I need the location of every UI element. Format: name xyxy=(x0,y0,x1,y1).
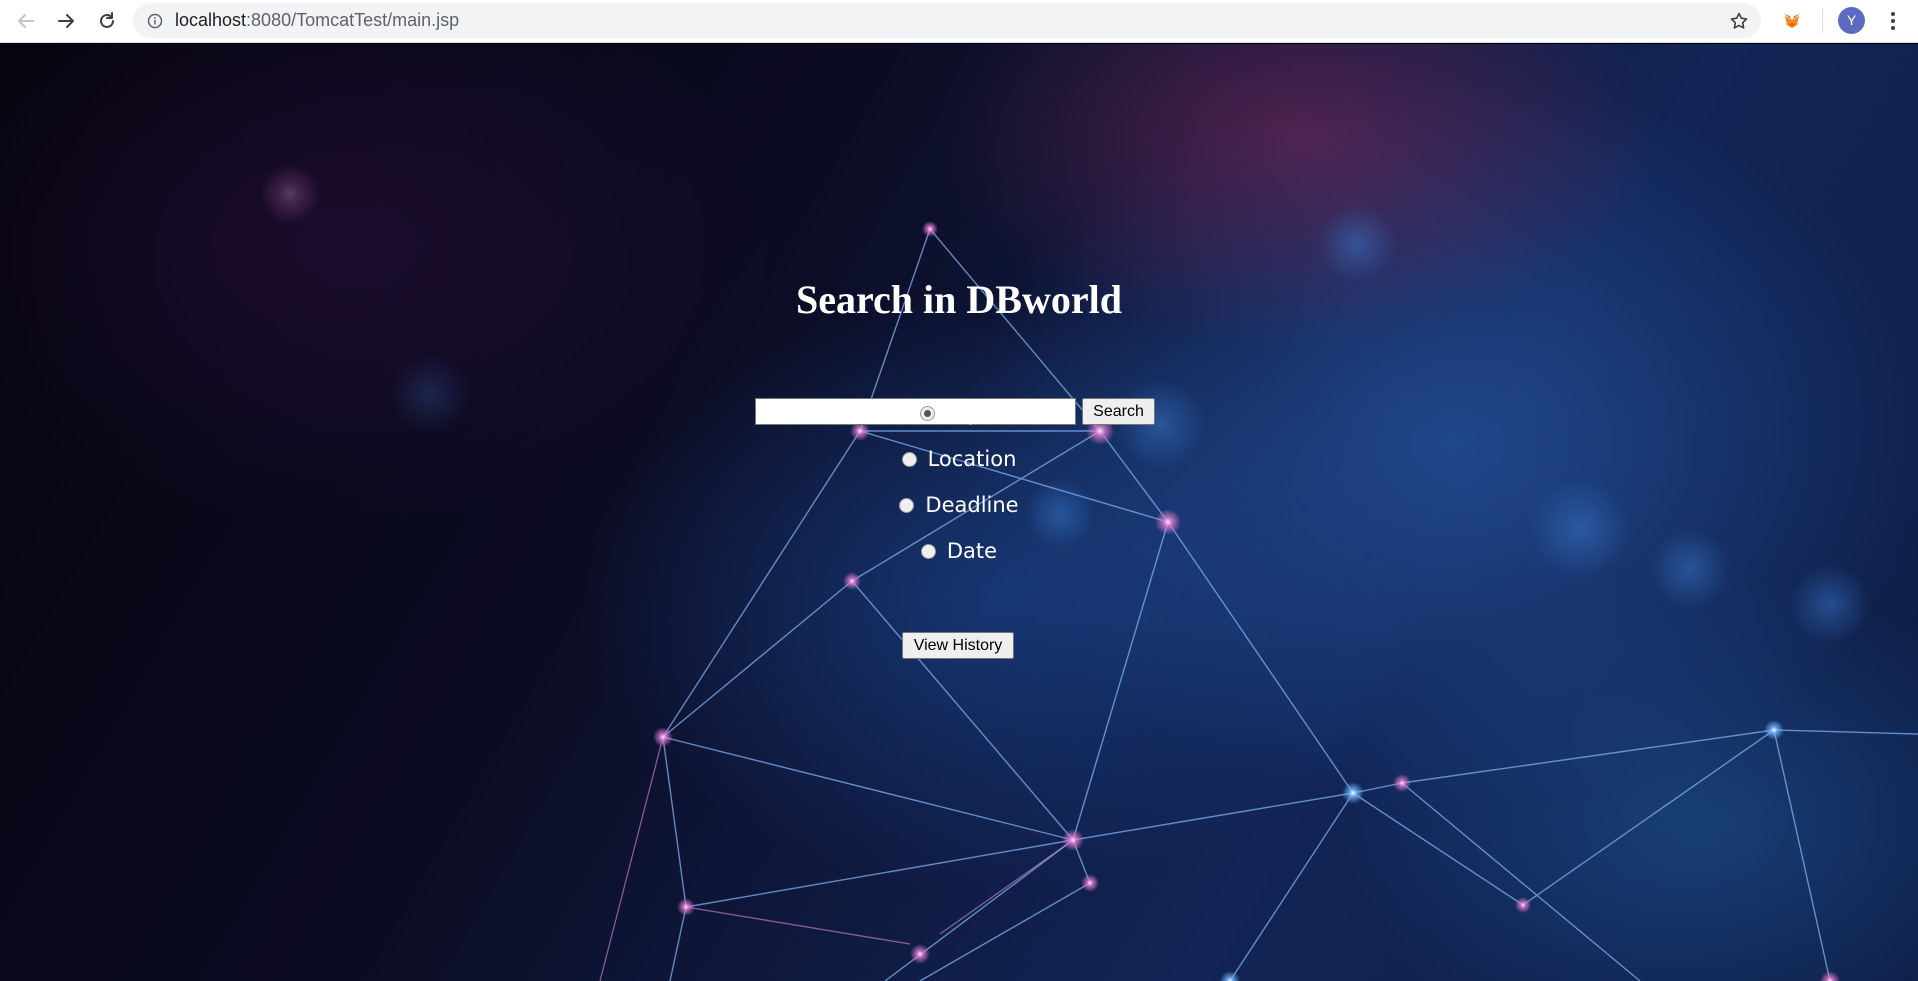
address-bar[interactable]: localhost:8080/TomcatTest/main.jsp xyxy=(133,3,1761,38)
profile-avatar[interactable]: Y xyxy=(1838,7,1865,34)
toolbar-separator xyxy=(1822,9,1823,33)
page-background: Search in DBworld Search Topic Location … xyxy=(0,44,1918,981)
url-text[interactable]: localhost:8080/TomcatTest/main.jsp xyxy=(175,3,459,38)
radio-option-deadline[interactable]: Deadline xyxy=(0,490,1918,520)
metamask-extension-icon[interactable] xyxy=(1779,8,1805,34)
info-icon[interactable] xyxy=(147,13,163,29)
forward-button[interactable] xyxy=(51,6,81,36)
browser-toolbar: localhost:8080/TomcatTest/main.jsp Y xyxy=(0,0,1918,43)
radio-label-topic: Topic xyxy=(945,401,999,425)
radio-label-deadline: Deadline xyxy=(925,493,1019,517)
radio-selected-dot xyxy=(923,409,931,417)
url-path: :8080/TomcatTest/main.jsp xyxy=(246,10,460,30)
back-button[interactable] xyxy=(11,6,41,36)
forward-arrow-icon xyxy=(58,14,74,28)
url-host: localhost xyxy=(175,10,247,30)
reload-button[interactable] xyxy=(92,6,122,36)
bookmark-star-icon[interactable] xyxy=(1729,11,1749,31)
back-arrow-icon xyxy=(18,14,34,28)
radio-option-location[interactable]: Location xyxy=(0,444,1918,474)
reload-icon xyxy=(100,12,114,28)
page-title: Search in DBworld xyxy=(796,277,1122,322)
more-menu-icon[interactable] xyxy=(1880,8,1906,34)
radio-button-topic[interactable] xyxy=(919,405,935,421)
radio-option-topic[interactable]: Topic xyxy=(0,398,1918,428)
radio-button-location[interactable] xyxy=(901,451,917,467)
radio-button-deadline[interactable] xyxy=(899,497,915,513)
radio-button-date[interactable] xyxy=(920,543,936,559)
radio-label-date: Date xyxy=(946,539,998,563)
radio-label-location: Location xyxy=(927,447,1017,471)
radio-option-date[interactable]: Date xyxy=(0,536,1918,566)
view-history-button[interactable]: View History xyxy=(902,632,1014,659)
